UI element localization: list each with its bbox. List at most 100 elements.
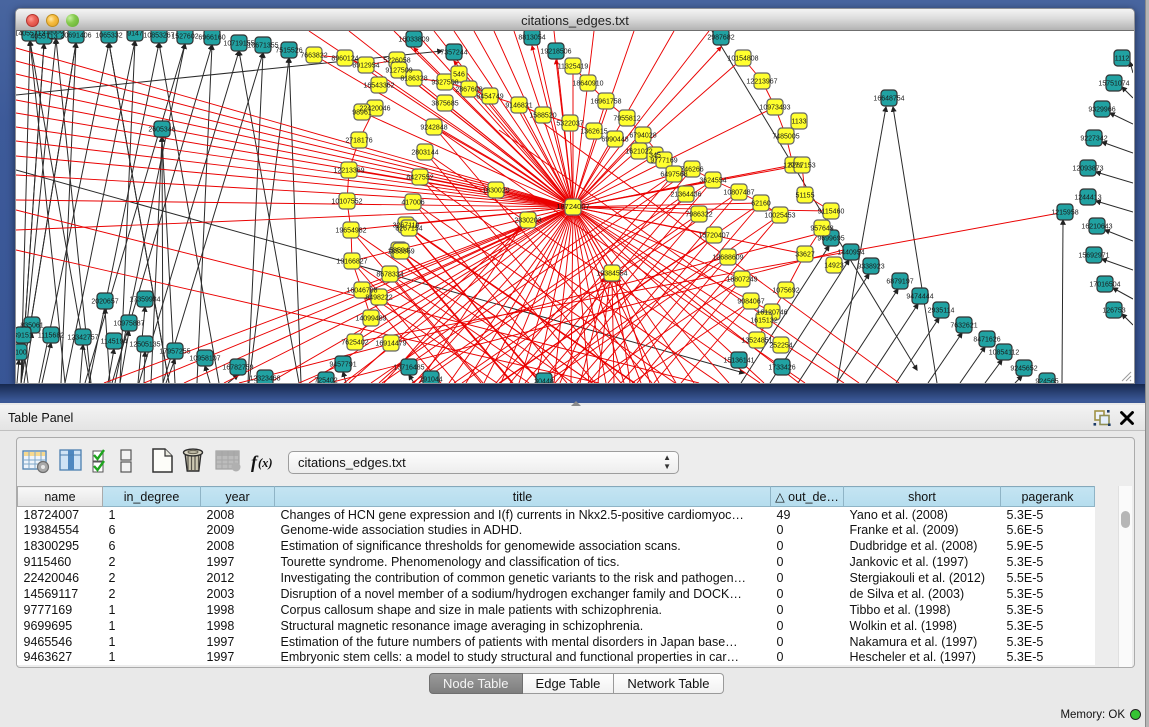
svg-text:1115682: 1115682 bbox=[38, 333, 64, 340]
svg-text:8678334: 8678334 bbox=[376, 272, 403, 279]
svg-text:7986322: 7986322 bbox=[685, 212, 712, 219]
svg-text:9777169: 9777169 bbox=[650, 158, 677, 165]
svg-text:15751074: 15751074 bbox=[1098, 81, 1129, 88]
svg-text:10853267: 10853267 bbox=[143, 33, 174, 40]
svg-text:6794028: 6794028 bbox=[629, 133, 656, 140]
svg-text:7955812: 7955812 bbox=[613, 116, 640, 123]
svg-text:924565: 924565 bbox=[1035, 379, 1058, 384]
svg-text:10958107: 10958107 bbox=[189, 356, 220, 363]
svg-text:9242848: 9242848 bbox=[420, 125, 447, 132]
svg-text:12213967: 12213967 bbox=[746, 79, 777, 86]
svg-text:7632621: 7632621 bbox=[950, 323, 977, 330]
svg-text:19654982: 19654982 bbox=[335, 228, 366, 235]
svg-text:(x): (x) bbox=[258, 456, 273, 470]
svg-text:10973493: 10973493 bbox=[759, 105, 790, 112]
svg-text:8186328: 8186328 bbox=[400, 76, 427, 83]
svg-text:12213369: 12213369 bbox=[333, 168, 364, 175]
svg-text:1133: 1133 bbox=[791, 119, 806, 126]
svg-text:18640910: 18640910 bbox=[572, 81, 603, 88]
svg-text:252254: 252254 bbox=[769, 343, 792, 350]
svg-text:725402: 725402 bbox=[314, 378, 337, 384]
svg-text:546: 546 bbox=[453, 72, 465, 79]
svg-text:13716485: 13716485 bbox=[393, 365, 424, 372]
svg-text:10025453: 10025453 bbox=[764, 213, 795, 220]
svg-text:9327508: 9327508 bbox=[431, 80, 458, 87]
svg-text:14923: 14923 bbox=[824, 263, 844, 270]
svg-text:5322037: 5322037 bbox=[556, 121, 583, 128]
svg-text:6879197: 6879197 bbox=[886, 279, 913, 286]
svg-text:15692971: 15692971 bbox=[1078, 253, 1109, 260]
svg-text:7663822: 7663822 bbox=[300, 53, 327, 60]
svg-text:12323468: 12323468 bbox=[249, 376, 280, 383]
svg-text:2718176: 2718176 bbox=[345, 138, 372, 145]
svg-text:10107552: 10107552 bbox=[331, 199, 362, 206]
svg-text:19166827: 19166827 bbox=[336, 259, 367, 266]
svg-text:6990448: 6990448 bbox=[601, 137, 628, 144]
svg-text:126753: 126753 bbox=[1102, 308, 1125, 315]
svg-text:10854112: 10854112 bbox=[989, 350, 1020, 357]
svg-text:8498222: 8498222 bbox=[365, 295, 392, 302]
svg-text:9100: 9100 bbox=[16, 350, 27, 357]
svg-text:9227342: 9227342 bbox=[1080, 136, 1107, 143]
svg-text:7515526: 7515526 bbox=[275, 48, 302, 55]
svg-text:835061: 835061 bbox=[20, 323, 43, 330]
svg-text:9457791: 9457791 bbox=[329, 362, 356, 369]
svg-text:2605346: 2605346 bbox=[148, 127, 175, 134]
svg-text:10975887: 10975887 bbox=[113, 321, 144, 328]
svg-text:1362615: 1362615 bbox=[580, 129, 607, 136]
svg-text:417006: 417006 bbox=[401, 200, 424, 207]
svg-text:8960124: 8960124 bbox=[331, 56, 358, 63]
svg-text:10671355: 10671355 bbox=[247, 43, 278, 50]
svg-text:8471626: 8471626 bbox=[973, 337, 1000, 344]
svg-text:19384554: 19384554 bbox=[596, 271, 627, 278]
svg-text:8813054: 8813054 bbox=[518, 35, 545, 42]
svg-text:5226058: 5226058 bbox=[383, 58, 410, 65]
svg-text:746266: 746266 bbox=[680, 167, 703, 174]
svg-text:16782759: 16782759 bbox=[222, 365, 253, 372]
svg-text:11325419: 11325419 bbox=[558, 64, 589, 71]
svg-text:10154808: 10154808 bbox=[727, 56, 758, 63]
svg-text:8912954: 8912954 bbox=[352, 63, 379, 70]
svg-text:9474444: 9474444 bbox=[906, 294, 933, 301]
svg-text:21364436: 21364436 bbox=[670, 192, 701, 199]
svg-text:191044: 191044 bbox=[419, 377, 442, 384]
svg-text:18724007: 18724007 bbox=[556, 202, 589, 211]
svg-text:12342757: 12342757 bbox=[67, 335, 98, 342]
svg-text:2020657: 2020657 bbox=[91, 299, 118, 306]
svg-text:33627: 33627 bbox=[795, 252, 815, 259]
svg-text:1353359: 1353359 bbox=[387, 249, 414, 256]
svg-text:1065332: 1065332 bbox=[95, 33, 122, 40]
svg-text:15720407: 15720407 bbox=[698, 233, 729, 240]
svg-text:20691406: 20691406 bbox=[60, 33, 91, 40]
svg-text:1830029: 1830029 bbox=[482, 188, 509, 195]
svg-text:14099489: 14099489 bbox=[355, 316, 386, 323]
svg-text:9146821: 9146821 bbox=[505, 103, 532, 110]
svg-text:18807249: 18807249 bbox=[726, 277, 757, 284]
svg-text:17016504: 17016504 bbox=[1089, 282, 1120, 289]
svg-text:10807487: 10807487 bbox=[723, 190, 754, 197]
svg-text:39151: 39151 bbox=[16, 333, 33, 340]
svg-text:9329966: 9329966 bbox=[1088, 107, 1115, 114]
svg-text:8267154: 8267154 bbox=[395, 226, 422, 233]
svg-text:9147: 9147 bbox=[127, 31, 143, 38]
svg-text:10688609: 10688609 bbox=[712, 255, 743, 262]
svg-text:1215958: 1215958 bbox=[1051, 210, 1078, 217]
svg-text:51155: 51155 bbox=[796, 193, 815, 200]
svg-text:1145194: 1145194 bbox=[101, 339, 128, 346]
svg-text:1615132: 1615132 bbox=[750, 318, 777, 325]
svg-text:9084067: 9084067 bbox=[737, 299, 764, 306]
svg-text:1440954: 1440954 bbox=[837, 250, 864, 257]
svg-text:17957255: 17957255 bbox=[159, 349, 190, 356]
svg-text:9338923: 9338923 bbox=[857, 264, 884, 271]
svg-text:98961: 98961 bbox=[352, 110, 372, 117]
svg-text:6966160: 6966160 bbox=[198, 35, 225, 42]
svg-text:7625402: 7625402 bbox=[341, 340, 368, 347]
svg-text:16914479: 16914479 bbox=[375, 341, 406, 348]
svg-text:1112: 1112 bbox=[1115, 56, 1130, 63]
svg-text:8427552: 8427552 bbox=[406, 175, 433, 182]
svg-text:3875685: 3875685 bbox=[431, 101, 458, 108]
svg-text:12093873: 12093873 bbox=[1072, 166, 1103, 173]
svg-text:2867608: 2867608 bbox=[455, 87, 482, 94]
svg-text:3624554: 3624554 bbox=[699, 178, 726, 185]
svg-text:1733426: 1733426 bbox=[768, 365, 795, 372]
